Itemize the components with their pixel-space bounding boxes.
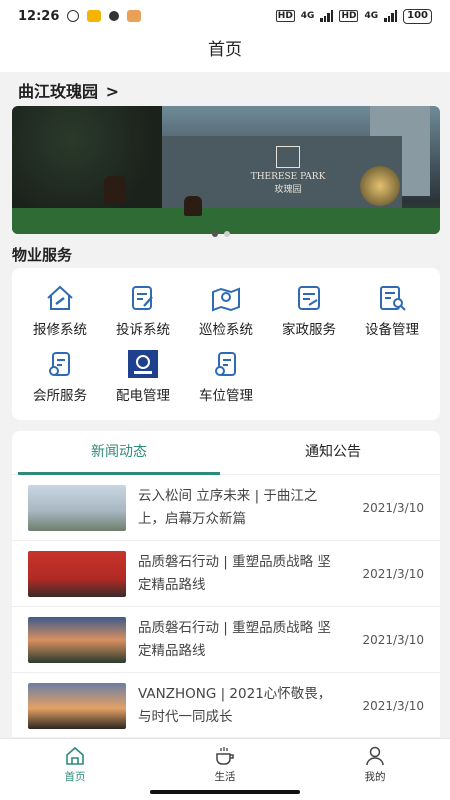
gesture-home-bar[interactable] (150, 790, 300, 794)
news-title: 云入松间 立序未来 | 于曲江之上，启幕万众新篇 (138, 487, 318, 527)
news-thumbnail (28, 682, 126, 729)
hd-icon-2: HD (339, 10, 359, 22)
signal-icon-2 (384, 10, 398, 22)
news-date: 2021/3/10 (362, 566, 424, 581)
home-icon (66, 746, 84, 765)
user-icon (366, 746, 384, 766)
housekeeping-icon (298, 286, 320, 310)
news-date: 2021/3/10 (362, 500, 424, 515)
news-item[interactable]: VANZHONG | 2021心怀敬畏，与时代一同成长 2021/3/10 (12, 673, 440, 737)
repair-house-icon (47, 285, 73, 310)
news-thumbnail (28, 550, 126, 597)
chevron-right-icon: > (105, 82, 119, 101)
app-notification-icon-2 (127, 10, 142, 22)
nav-label: 首页 (64, 771, 86, 783)
bottom-nav: 首页 生活 我的 (0, 738, 450, 800)
device-search-icon (380, 286, 406, 311)
carousel-indicator (212, 231, 230, 237)
services-title: 物业服务 (12, 246, 73, 264)
nav-life[interactable]: 生活 (180, 745, 270, 784)
banner-lamp (360, 166, 400, 206)
hd-icon: HD (275, 10, 295, 22)
service-parking[interactable]: 车位管理 (176, 350, 276, 404)
alarm-icon (67, 10, 80, 22)
parking-icon (215, 352, 236, 376)
nav-label: 生活 (214, 771, 236, 783)
brand-en: THERESE PARK (250, 172, 326, 182)
rose-logo-icon (276, 146, 300, 168)
map-location-icon (212, 287, 240, 312)
news-thumbnail (28, 616, 126, 663)
banner-trees (12, 106, 162, 216)
news-tabs: 新闻动态 通知公告 (12, 431, 440, 475)
network-type-2: 4G (364, 11, 379, 21)
nav-mine[interactable]: 我的 (330, 745, 420, 784)
battery-indicator: 100 (403, 8, 432, 24)
coffee-cup-icon (216, 747, 234, 765)
status-time: 12:26 (18, 8, 60, 24)
status-bar: 12:26 HD 4G HD 4G 100 (0, 0, 450, 32)
banner-carousel[interactable]: THERESE PARK 玫瑰园 (12, 106, 440, 234)
news-date: 2021/3/10 (362, 698, 424, 713)
news-thumbnail (28, 484, 126, 531)
tab-notices[interactable]: 通知公告 (226, 431, 440, 474)
news-item[interactable]: 云入松间 立序未来 | 于曲江之上，启幕万众新篇 2021/3/10 (12, 475, 440, 541)
news-title: 品质磐石行动 | 重塑品质战略 坚定精品路线 (138, 553, 331, 593)
nav-home[interactable]: 首页 (30, 745, 120, 784)
clubhouse-icon (49, 352, 70, 376)
page-title: 首页 (0, 32, 450, 72)
news-item[interactable]: 品质磐石行动 | 重塑品质战略 坚定精品路线 2021/3/10 (12, 541, 440, 607)
news-date: 2021/3/10 (362, 632, 424, 647)
service-label: 设备管理 (365, 322, 419, 338)
community-selector[interactable]: 曲江玫瑰园 > (18, 78, 119, 102)
news-title: 品质磐石行动 | 重塑品质战略 坚定精品路线 (138, 619, 331, 659)
carousel-dot-1[interactable] (212, 231, 218, 237)
brand-cn: 玫瑰园 (274, 185, 302, 195)
app-notification-icon (109, 11, 120, 21)
community-name: 曲江玫瑰园 (18, 82, 99, 101)
power-logo-icon (128, 350, 158, 378)
message-icon (87, 10, 102, 22)
carousel-dot-2[interactable] (224, 231, 230, 237)
tab-news[interactable]: 新闻动态 (12, 431, 226, 474)
banner-brand: THERESE PARK 玫瑰园 (248, 146, 328, 195)
network-type-1: 4G (300, 11, 315, 21)
tab-indicator (18, 472, 220, 475)
signal-icon (320, 10, 334, 22)
services-panel: 报修系统 投诉系统 巡检系统 家政服务 设备管理 会所服务 配电管理 车位管理 (12, 268, 440, 420)
news-panel: 新闻动态 通知公告 云入松间 立序未来 | 于曲江之上，启幕万众新篇 2021/… (12, 431, 440, 737)
complaint-edit-icon (132, 286, 153, 310)
horse-sculpture-2 (184, 196, 202, 216)
horse-sculpture (104, 176, 126, 204)
news-item[interactable]: 品质磐石行动 | 重塑品质战略 坚定精品路线 2021/3/10 (12, 607, 440, 673)
service-label: 车位管理 (199, 388, 253, 404)
news-title: VANZHONG | 2021心怀敬畏，与时代一同成长 (138, 685, 332, 725)
nav-label: 我的 (364, 771, 386, 783)
service-device[interactable]: 设备管理 (342, 284, 442, 338)
